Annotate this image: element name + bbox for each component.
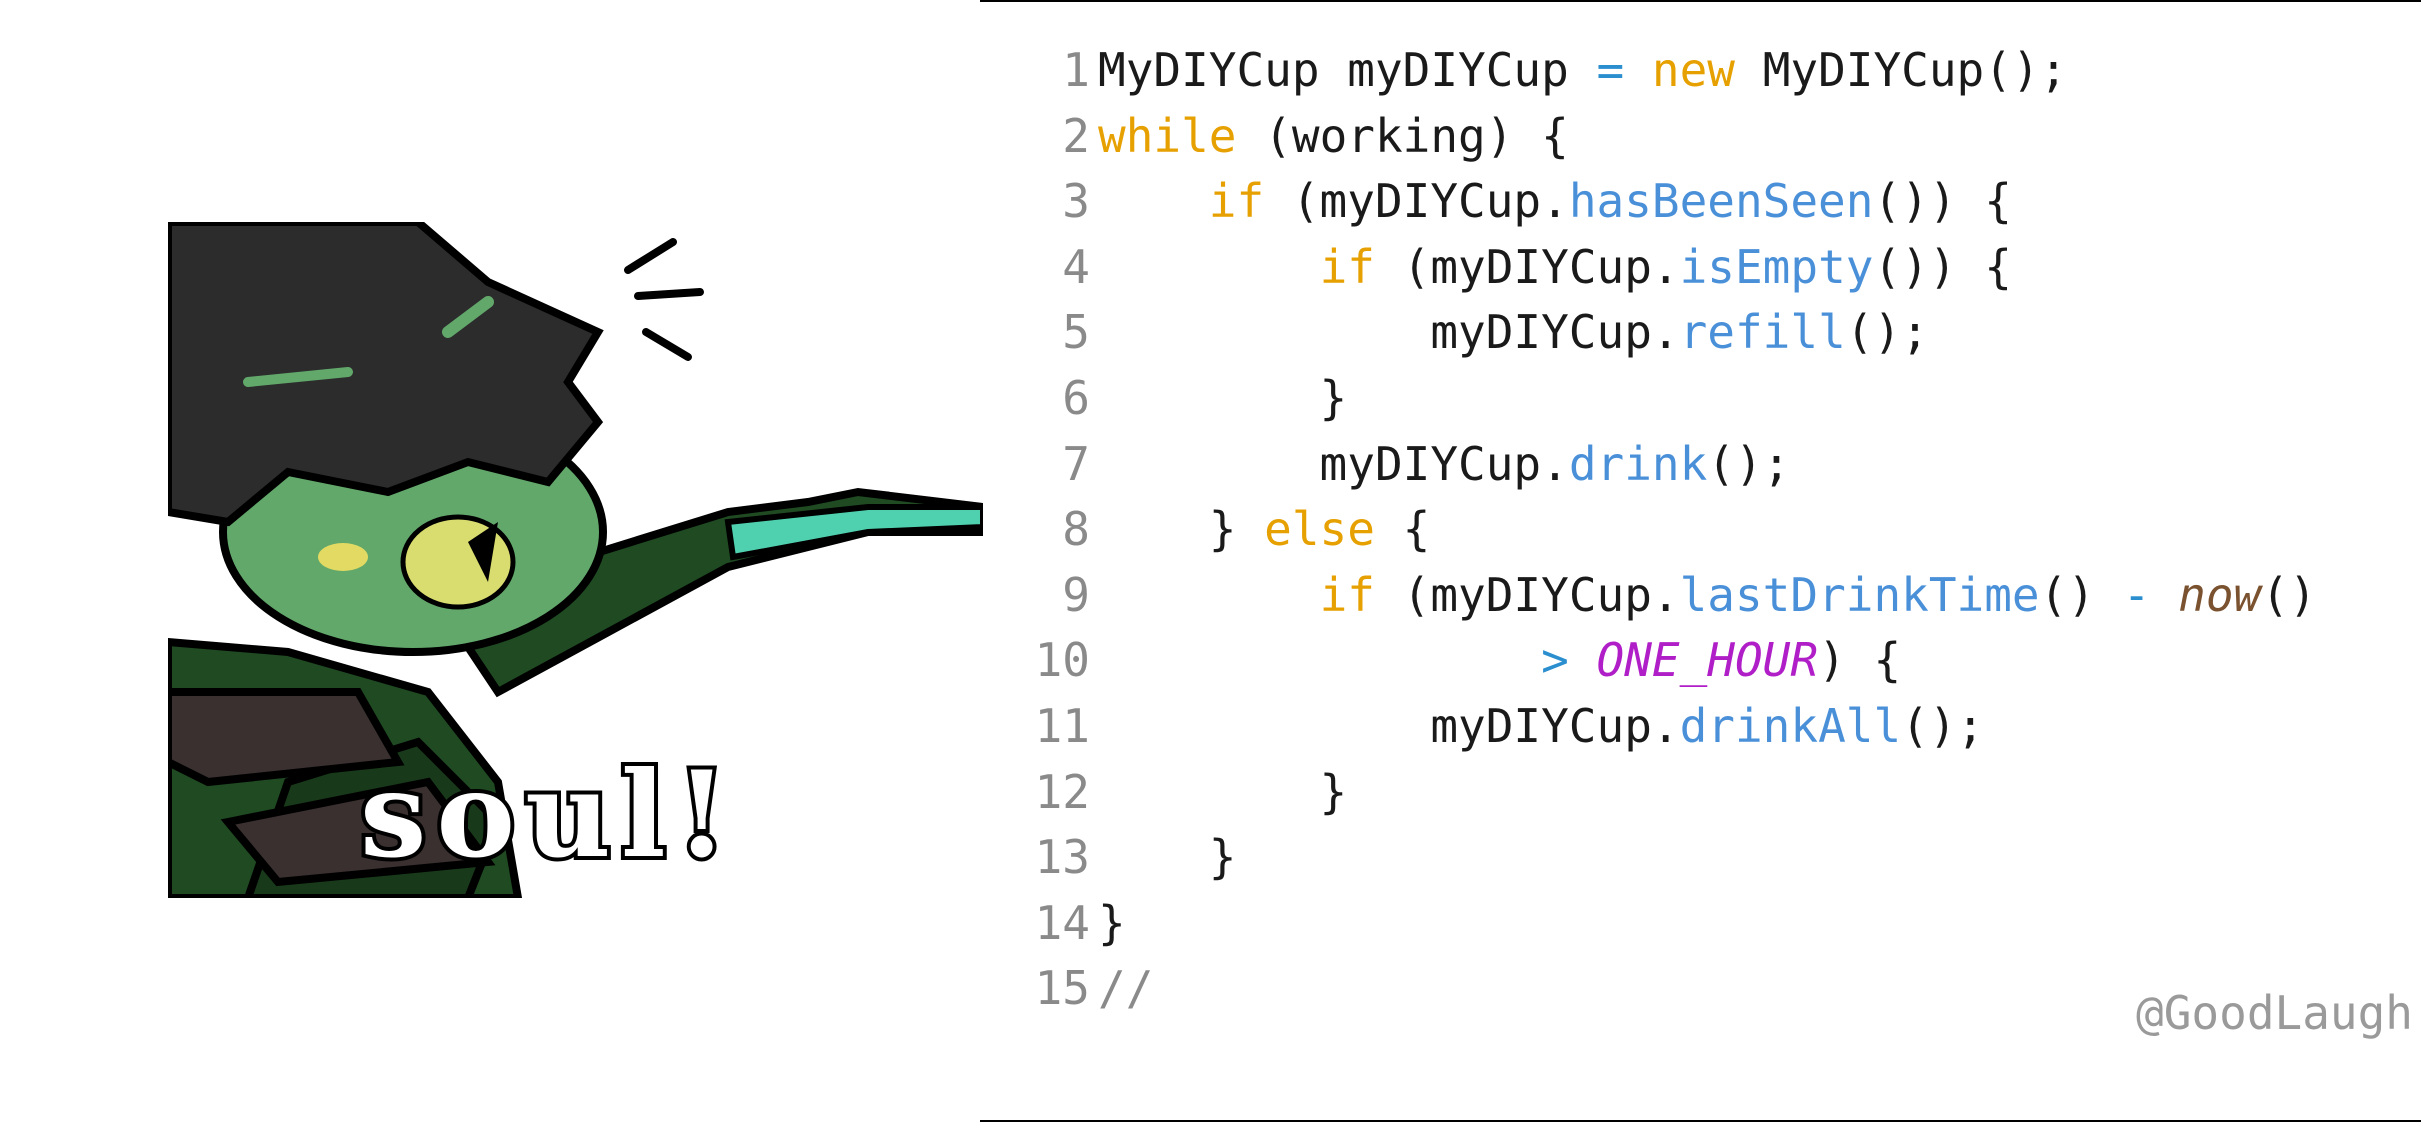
code-token: refill: [1679, 305, 1846, 360]
code-line: 3 if (myDIYCup.hasBeenSeen()) {: [980, 168, 2012, 234]
code-line: 11 myDIYCup.drinkAll();: [980, 693, 1985, 759]
code-token: (): [2261, 567, 2317, 622]
code-line: 5 myDIYCup.refill();: [980, 299, 1929, 365]
code-line: 10 > ONE_HOUR) {: [980, 627, 1902, 693]
code-token: drink: [1568, 436, 1708, 491]
code-token: }: [1098, 371, 1348, 425]
line-number: 7: [1062, 436, 1090, 491]
code-text: > ONE_HOUR) {: [1090, 627, 1901, 693]
code-token: }: [1098, 502, 1265, 557]
code-line: 1 MyDIYCup myDIYCup = new MyDIYCup();: [980, 37, 2067, 103]
code-token: myDIYCup.: [1098, 305, 1680, 360]
line-number: 5: [1062, 305, 1090, 360]
code-text: }: [1090, 824, 1237, 890]
code-token: (myDIYCup.: [1374, 567, 1680, 622]
line-number: 2: [1062, 108, 1090, 163]
code-text: while (working) {: [1090, 103, 1569, 169]
code-text: }: [1090, 759, 1348, 825]
code-text: }: [1090, 890, 1126, 956]
code-token: if: [1319, 239, 1375, 294]
code-text: if (myDIYCup.hasBeenSeen()) {: [1090, 168, 2012, 234]
code-token: =: [1596, 43, 1625, 97]
code-token: (working) {: [1236, 108, 1569, 163]
code-line: 4 if (myDIYCup.isEmpty()) {: [980, 234, 2012, 300]
code-token: ();: [1707, 436, 1791, 491]
code-token: now: [2178, 567, 2262, 622]
code-token: MyDIYCup();: [1735, 43, 2068, 97]
meme-caption: soul!: [356, 741, 738, 888]
code-token: >: [1541, 633, 1569, 688]
code-text: if (myDIYCup.isEmpty()) {: [1090, 234, 2012, 300]
line-number: 15: [1034, 961, 1090, 1016]
code-line: 12 }: [980, 759, 1348, 825]
line-number: 4: [1062, 239, 1090, 294]
code-token: if: [1208, 174, 1265, 229]
code-line: 15//: [980, 955, 1154, 1021]
code-token: }: [1098, 830, 1237, 885]
line-number: 8: [1062, 502, 1090, 557]
code-token: {: [1374, 502, 1431, 557]
code-token: ) {: [1818, 633, 1902, 688]
code-token: MyDIYCup myDIYCup: [1098, 43, 1597, 97]
code-token: }: [1098, 764, 1348, 819]
code-token: while: [1098, 108, 1237, 163]
code-token: //: [1098, 961, 1154, 1016]
code-line: 7 myDIYCup.drink();: [980, 431, 1790, 497]
line-number: 6: [1062, 371, 1090, 425]
code-text: MyDIYCup myDIYCup = new MyDIYCup();: [1090, 37, 2067, 103]
code-token: (myDIYCup.: [1374, 239, 1680, 294]
code-token: myDIYCup.: [1098, 699, 1680, 753]
code-token: drinkAll: [1679, 699, 1902, 753]
line-number: 12: [1034, 764, 1090, 819]
line-number: 9: [1062, 567, 1090, 622]
code-text: if (myDIYCup.lastDrinkTime() - now(): [1090, 562, 2317, 628]
code-token: ()) {: [1873, 174, 2012, 229]
code-token: if: [1319, 567, 1375, 622]
line-number: 1: [1062, 43, 1090, 97]
code-text: myDIYCup.drink();: [1090, 431, 1791, 497]
code-token: ONE_HOUR: [1596, 633, 1819, 688]
code-line: 13 }: [980, 824, 1237, 890]
code-token: -: [2122, 567, 2151, 622]
code-line: 9 if (myDIYCup.lastDrinkTime() - now(): [980, 562, 2317, 628]
code-token: hasBeenSeen: [1568, 174, 1874, 229]
code-line: 2 while (working) {: [980, 103, 1569, 169]
code-token: new: [1651, 43, 1735, 97]
code-token: else: [1264, 502, 1375, 557]
code-text: //: [1090, 955, 1153, 1021]
line-number: 13: [1034, 830, 1090, 885]
line-number: 14: [1034, 895, 1090, 950]
code-token: ();: [1901, 699, 1985, 753]
code-line: 8 } else {: [980, 496, 1430, 562]
code-text: myDIYCup.drinkAll();: [1090, 693, 1984, 759]
line-number: 11: [1034, 699, 1090, 753]
code-line: 14}: [980, 890, 1126, 956]
watermark: @GoodLaugh: [2136, 986, 2413, 1040]
code-token: }: [1098, 895, 1126, 950]
code-token: (myDIYCup.: [1264, 174, 1569, 229]
code-text: myDIYCup.refill();: [1090, 299, 1929, 365]
code-text: } else {: [1090, 496, 1431, 562]
code-panel: 1 MyDIYCup myDIYCup = new MyDIYCup(); 2 whi…: [980, 0, 2421, 1122]
code-token: isEmpty: [1679, 239, 1874, 294]
code-token: lastDrinkTime: [1679, 567, 2040, 622]
code-token: (): [2039, 567, 2123, 622]
line-number: 10: [1034, 633, 1090, 688]
code-text: }: [1090, 365, 1348, 431]
line-number: 3: [1062, 174, 1090, 229]
code-line: 6 }: [980, 365, 1347, 431]
code-token: ()) {: [1873, 239, 2012, 294]
code-token: myDIYCup.: [1098, 436, 1569, 491]
code-token: ();: [1845, 305, 1929, 360]
